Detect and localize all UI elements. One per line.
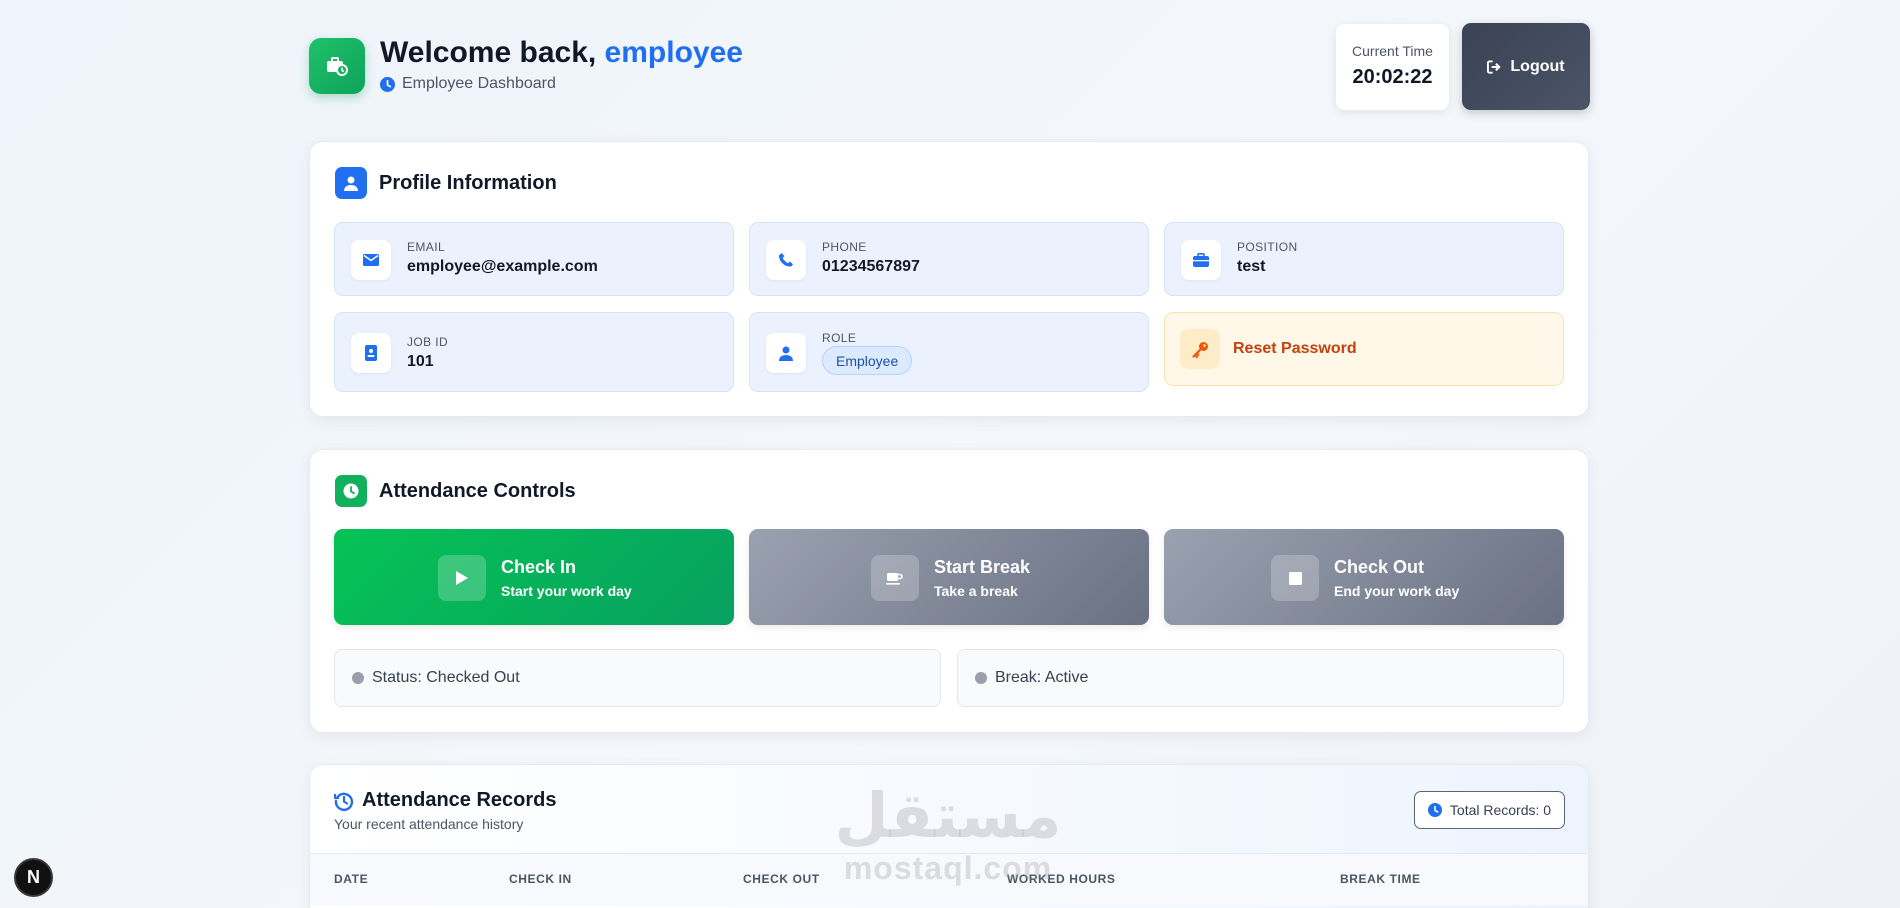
email-value: employee@example.com (407, 258, 598, 275)
section-title: Attendance Records (362, 789, 557, 811)
break-indicator: Break: Active (957, 649, 1564, 707)
jobid-tile: JOB ID 101 (334, 312, 734, 392)
id-badge-icon (351, 333, 391, 373)
position-label: POSITION (1237, 240, 1298, 254)
status-dot (352, 672, 364, 684)
records-table-header: DATE CHECK IN CHECK OUT WORKED HOURS BRE… (310, 853, 1588, 905)
check-out-subtitle: End your work day (1334, 583, 1460, 599)
column-header-check-in: CHECK IN (509, 872, 572, 886)
phone-label: PHONE (822, 240, 867, 254)
email-label: EMAIL (407, 240, 446, 254)
clock-icon (335, 475, 367, 507)
reset-password-label: Reset Password (1233, 340, 1357, 357)
page-header: Welcome back, employee Employee Dashboar… (309, 22, 1590, 110)
logout-button[interactable]: Logout (1462, 23, 1590, 110)
start-break-button[interactable]: Start Break Take a break (749, 529, 1149, 625)
page-subtitle: Employee Dashboard (380, 75, 556, 93)
role-badge: Employee (822, 346, 913, 375)
welcome-text: Welcome back, (380, 36, 605, 69)
check-in-subtitle: Start your work day (501, 583, 632, 599)
break-dot (975, 672, 987, 684)
position-value: test (1237, 258, 1266, 275)
role-label: ROLE (822, 331, 857, 345)
briefcase-clock-icon (309, 38, 365, 94)
coffee-icon (871, 555, 919, 601)
check-out-button[interactable]: Check Out End your work day (1164, 529, 1564, 625)
section-title: Attendance Controls (379, 479, 576, 502)
profile-card: Profile Information EMAIL employee@examp… (309, 141, 1589, 417)
stop-icon (1271, 555, 1319, 601)
records-header: Attendance Records (334, 789, 557, 812)
jobid-label: JOB ID (407, 335, 449, 349)
start-break-subtitle: Take a break (934, 583, 1018, 599)
user-icon (766, 333, 806, 373)
total-records-text: Total Records: 0 (1449, 802, 1552, 818)
column-header-break-time: BREAK TIME (1340, 872, 1421, 886)
sign-out-icon (1487, 59, 1502, 74)
username: employee (604, 36, 743, 69)
attendance-header: Attendance Controls (335, 475, 576, 507)
break-text: Break: Active (995, 669, 1089, 686)
status-text: Status: Checked Out (372, 669, 520, 686)
email-tile: EMAIL employee@example.com (334, 222, 734, 296)
history-icon (334, 792, 354, 811)
current-time-box: Current Time 20:02:22 (1336, 24, 1449, 110)
clock-icon (380, 76, 395, 92)
dev-tools-badge[interactable]: N (14, 858, 53, 897)
play-icon (438, 555, 486, 601)
column-header-check-out: CHECK OUT (743, 872, 820, 886)
check-in-button[interactable]: Check In Start your work day (334, 529, 734, 625)
dashboard-page: Welcome back, employee Employee Dashboar… (0, 0, 1900, 908)
check-in-title: Check In (501, 557, 577, 577)
subtitle-text: Employee Dashboard (402, 75, 556, 92)
phone-value: 01234567897 (822, 258, 920, 275)
page-title: Welcome back, employee (380, 36, 743, 70)
column-header-worked-hours: WORKED HOURS (1007, 872, 1116, 886)
phone-icon (766, 240, 806, 280)
logout-label: Logout (1510, 57, 1565, 75)
position-tile: POSITION test (1164, 222, 1564, 296)
envelope-icon (351, 240, 391, 280)
check-out-title: Check Out (1334, 557, 1425, 577)
records-subtitle: Your recent attendance history (334, 816, 524, 832)
attendance-controls-card: Attendance Controls Check In Start your … (309, 449, 1589, 733)
time-label: Current Time (1352, 43, 1433, 59)
jobid-value: 101 (407, 353, 434, 370)
key-icon (1180, 329, 1220, 369)
attendance-records-card: Attendance Records Your recent attendanc… (309, 764, 1589, 908)
briefcase-icon (1181, 240, 1221, 280)
clock-icon (1427, 803, 1442, 817)
status-indicator: Status: Checked Out (334, 649, 941, 707)
role-tile: ROLE Employee (749, 312, 1149, 392)
reset-password-button[interactable]: Reset Password (1164, 312, 1564, 386)
section-title: Profile Information (379, 171, 557, 194)
column-header-date: DATE (334, 872, 369, 886)
profile-header: Profile Information (335, 167, 557, 199)
start-break-title: Start Break (934, 557, 1031, 577)
phone-tile: PHONE 01234567897 (749, 222, 1149, 296)
total-records-badge: Total Records: 0 (1414, 791, 1565, 829)
time-value: 20:02:22 (1352, 66, 1433, 88)
user-icon (335, 167, 367, 199)
